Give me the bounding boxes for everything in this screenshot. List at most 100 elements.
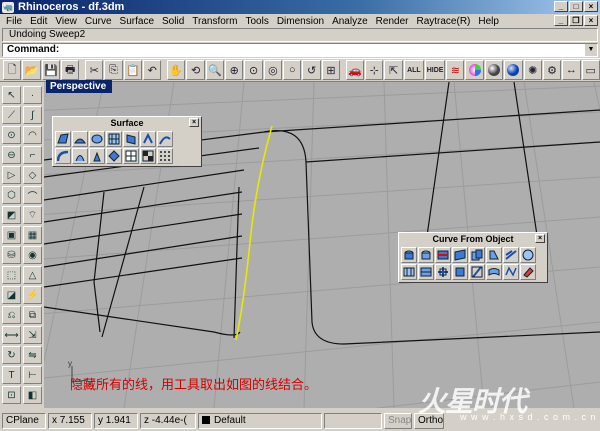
menu-curve[interactable]: Curve [81, 16, 116, 27]
curve-from-object-toolbar-title[interactable]: Curve From Object × [399, 233, 547, 245]
command-line[interactable]: Command: ▼ [2, 43, 598, 57]
color-wheel-icon[interactable] [465, 60, 484, 80]
blend-surface-icon[interactable] [106, 148, 122, 164]
section-icon[interactable] [503, 247, 519, 263]
box-icon[interactable]: ⬚ [2, 266, 21, 284]
circle-icon[interactable]: ⊙ [2, 126, 21, 144]
surface-from-points-icon[interactable] [55, 131, 71, 147]
split-icon[interactable]: ⚡ [23, 286, 42, 304]
planar-surface-icon[interactable] [123, 131, 139, 147]
hide-objects-icon[interactable]: ◧ [23, 386, 42, 404]
show-all-button[interactable]: ALL [403, 60, 424, 80]
rotate-icon[interactable]: ↻ [2, 346, 21, 364]
pull-curve-icon[interactable] [418, 264, 434, 280]
spiral-icon[interactable]: ⌒ [23, 186, 42, 204]
car-icon[interactable]: 🚗 [345, 60, 365, 80]
menu-view[interactable]: View [51, 16, 81, 27]
network-surface-icon[interactable] [106, 131, 122, 147]
menu-file[interactable]: File [2, 16, 26, 27]
surface-edit-icon[interactable]: ▦ [23, 226, 42, 244]
close-button[interactable]: × [584, 1, 598, 12]
pan-hand-icon[interactable]: ✋ [167, 60, 186, 80]
mirror-icon[interactable]: ⇋ [23, 346, 42, 364]
sweep2-icon[interactable] [55, 148, 71, 164]
grid-snap-icon[interactable]: ⊹ [365, 60, 384, 80]
contour-icon[interactable] [486, 247, 502, 263]
curve-from-object-icon[interactable]: ⌔ [23, 206, 42, 224]
dimension-icon[interactable]: ↔ [562, 60, 581, 80]
offset-icon[interactable]: ⧉ [23, 306, 42, 324]
hide-button[interactable]: HIDE [424, 60, 446, 80]
zoom-target-icon[interactable]: ○ [283, 60, 302, 80]
dimension-tool-icon[interactable]: ⊢ [23, 366, 42, 384]
shaded-sphere-icon[interactable] [484, 60, 504, 80]
erase-icon[interactable] [520, 264, 536, 280]
undo-view-icon[interactable]: ↺ [302, 60, 321, 80]
drape-icon[interactable] [123, 148, 139, 164]
extract-curve-icon[interactable] [469, 264, 485, 280]
rhino-app-icon[interactable]: 🦏 [2, 1, 14, 13]
flow-along-icon[interactable] [486, 264, 502, 280]
close-icon[interactable]: × [189, 118, 199, 127]
select-icon[interactable]: ⇱ [384, 60, 403, 80]
zoom-selected-icon[interactable]: ◎ [263, 60, 283, 80]
duplicate-edge-icon[interactable] [401, 247, 417, 263]
ortho-toggle[interactable]: Ortho [414, 412, 444, 429]
save-icon[interactable]: 💾 [41, 60, 61, 80]
layers-icon[interactable]: ≋ [446, 60, 465, 80]
cylinder-icon[interactable]: ⛁ [2, 246, 21, 264]
loft-icon[interactable] [157, 131, 173, 147]
menu-tools[interactable]: Tools [241, 16, 272, 27]
scroll-down-icon[interactable]: ▼ [585, 44, 597, 56]
text-icon[interactable]: T [2, 366, 21, 384]
fillet-icon[interactable]: ⎌ [2, 306, 21, 324]
heightfield-icon[interactable] [140, 148, 156, 164]
line-icon[interactable]: ⟋ [2, 106, 21, 124]
close-icon[interactable]: × [535, 234, 545, 243]
polygon-icon[interactable]: ◇ [23, 166, 42, 184]
extract-wireframe-icon[interactable] [452, 247, 468, 263]
surface-from-edge-curves-icon[interactable] [72, 131, 88, 147]
surface-tools-icon[interactable]: ▣ [2, 226, 21, 244]
menu-edit[interactable]: Edit [26, 16, 51, 27]
create-uv-curves-icon[interactable] [435, 264, 451, 280]
copy-icon[interactable]: ⎘ [104, 60, 123, 80]
project-curve-icon[interactable] [401, 264, 417, 280]
viewport-title[interactable]: Perspective [46, 80, 112, 93]
menu-dimension[interactable]: Dimension [273, 16, 328, 27]
new-file-icon[interactable]: 🗋 [3, 60, 22, 80]
zoom-extents-icon[interactable]: ⊙ [244, 60, 263, 80]
cut-icon[interactable]: ✂ [85, 60, 104, 80]
paste-icon[interactable]: 📋 [123, 60, 143, 80]
trim-icon[interactable]: ◪ [2, 286, 21, 304]
menu-help[interactable]: Help [474, 16, 503, 27]
surface-toolbar-title[interactable]: Surface × [53, 117, 201, 129]
menu-transform[interactable]: Transform [188, 16, 241, 27]
apply-uv-curves-icon[interactable] [452, 264, 468, 280]
rail-revolve-icon[interactable] [72, 148, 88, 164]
current-layer[interactable]: Default [198, 412, 322, 429]
cone-icon[interactable]: △ [23, 266, 42, 284]
four-viewports-icon[interactable]: ⊞ [321, 60, 341, 80]
rotate-view-icon[interactable]: ⟲ [186, 60, 205, 80]
point-icon[interactable]: · [23, 86, 42, 104]
minimize-button[interactable]: _ [554, 1, 568, 12]
doc-minimize-button[interactable]: _ [554, 15, 568, 26]
point-grid-icon[interactable] [157, 148, 173, 164]
arc-icon[interactable]: ◠ [23, 126, 42, 144]
render-sphere-icon[interactable] [504, 60, 523, 80]
options-icon[interactable]: ▭ [581, 60, 600, 80]
extrude-icon[interactable] [140, 131, 156, 147]
open-file-icon[interactable]: 📂 [22, 60, 41, 80]
menu-analyze[interactable]: Analyze [328, 16, 372, 27]
zoom-dynamic-icon[interactable]: 🔍 [205, 60, 225, 80]
duplicate-border-icon[interactable] [418, 247, 434, 263]
ellipse-icon[interactable]: ⊖ [2, 146, 21, 164]
extract-isocurve-icon[interactable] [435, 247, 451, 263]
undo-icon[interactable]: ↶ [143, 60, 162, 80]
menu-render[interactable]: Render [372, 16, 413, 27]
intersect-icon[interactable] [469, 247, 485, 263]
menu-solid[interactable]: Solid [158, 16, 188, 27]
silhouette-icon[interactable] [520, 247, 536, 263]
scale-icon[interactable]: ⇲ [23, 326, 42, 344]
